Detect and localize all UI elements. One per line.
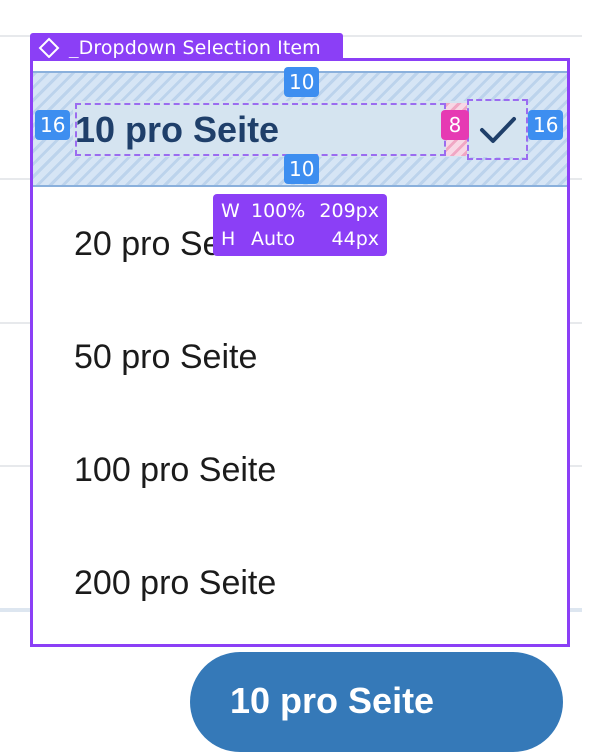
check-icon-box xyxy=(467,99,528,160)
dropdown-item[interactable]: 50 pro Seite xyxy=(74,337,257,377)
padding-left-badge: 16 xyxy=(35,110,71,140)
selected-item-label: 10 pro Seite xyxy=(75,109,280,150)
component-diamond-icon xyxy=(38,37,60,59)
padding-right-badge: 16 xyxy=(528,110,564,140)
padding-top-badge: 10 xyxy=(284,67,320,97)
dropdown-list: 10 pro Seite 20 pro Seite 50 pro Seite 1… xyxy=(30,58,570,647)
gap-badge: 8 xyxy=(441,110,469,140)
width-key: W xyxy=(221,200,240,222)
width-value: 209px xyxy=(319,200,379,222)
component-name: _Dropdown Selection Item xyxy=(69,37,321,59)
padding-bottom-badge: 10 xyxy=(284,154,320,184)
height-key: H xyxy=(221,228,236,250)
page-size-button-label: 10 pro Seite xyxy=(230,680,435,721)
checkmark-icon xyxy=(479,116,516,143)
dimensions-tooltip: W 100% 209px H Auto 44px xyxy=(213,194,387,256)
dropdown-item[interactable]: 100 pro Seite xyxy=(74,450,276,490)
height-mode: Auto xyxy=(251,228,296,250)
height-value: 44px xyxy=(331,228,379,250)
dropdown-item[interactable]: 200 pro Seite xyxy=(74,563,276,603)
page-size-button[interactable]: 10 pro Seite xyxy=(190,652,563,752)
width-mode: 100% xyxy=(251,200,306,222)
